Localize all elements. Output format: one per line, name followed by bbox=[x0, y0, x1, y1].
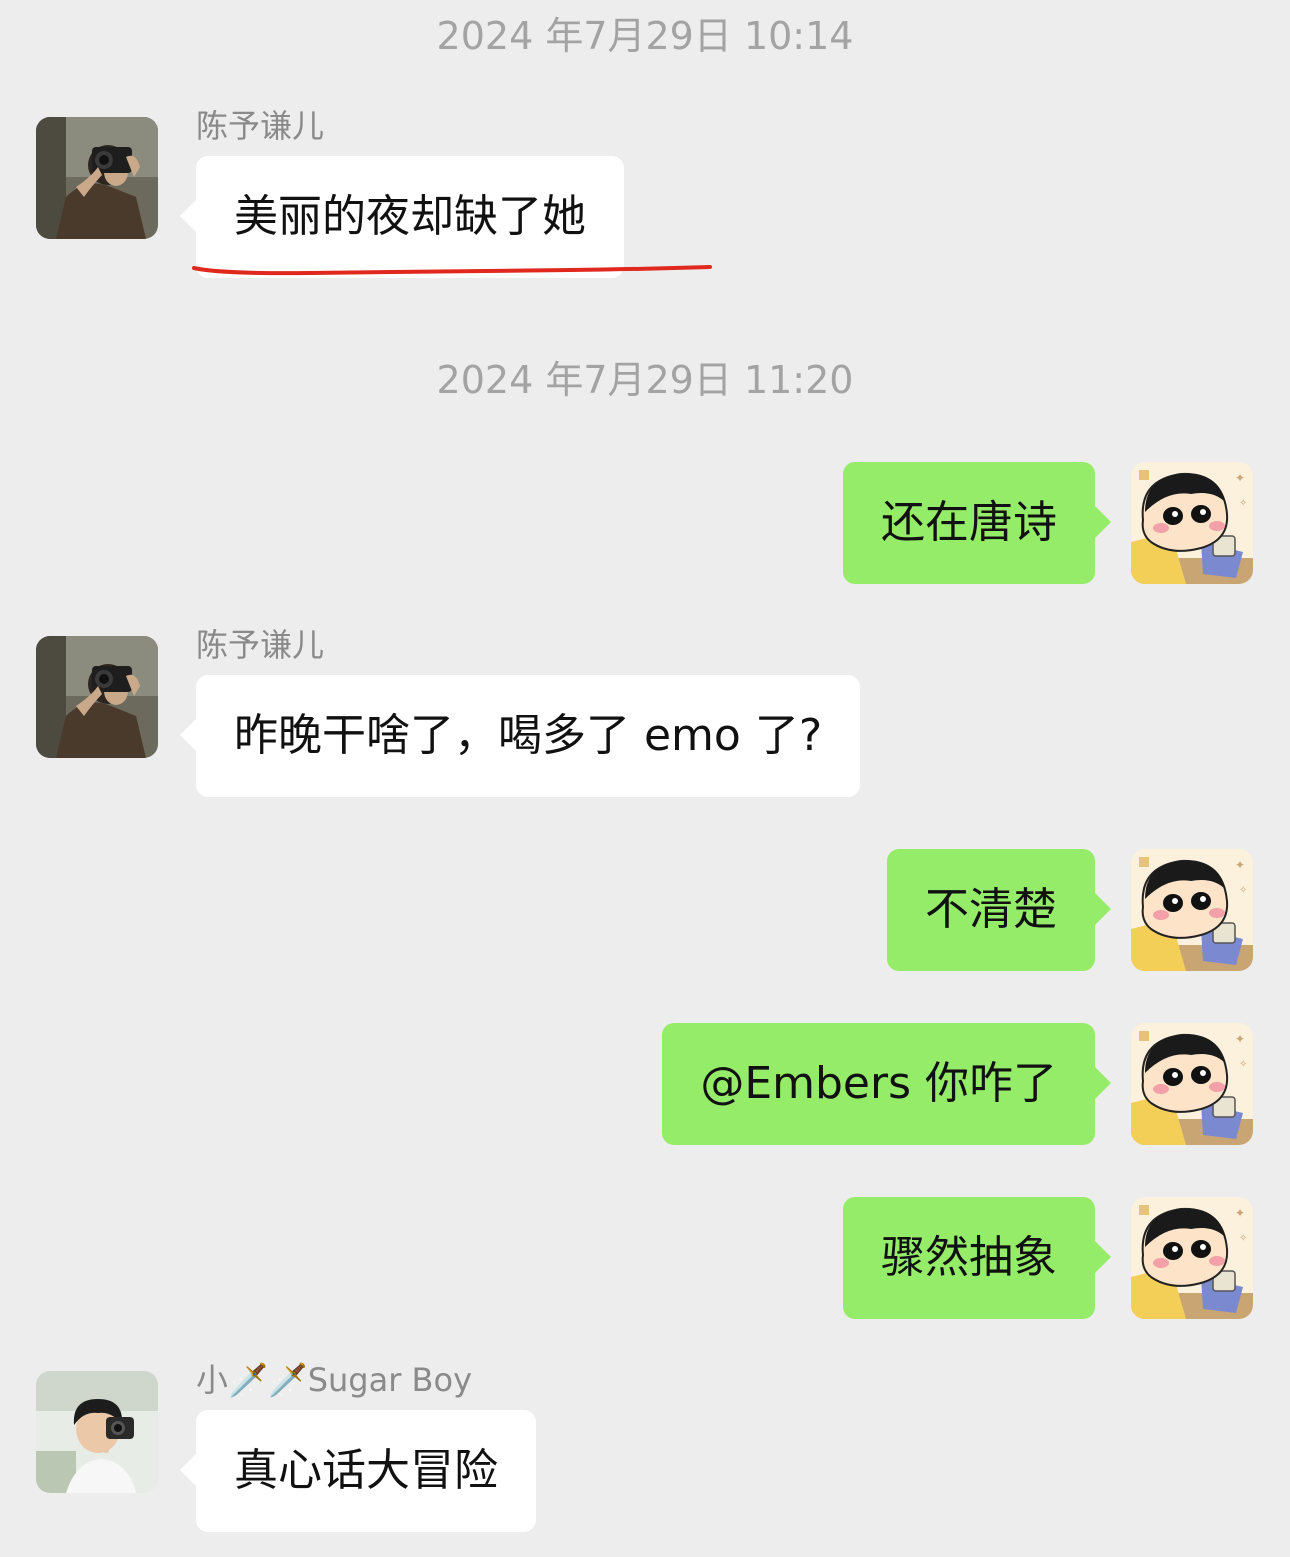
photographer-avatar-icon bbox=[36, 636, 158, 758]
outgoing-message-bubble[interactable]: 骤然抽象 bbox=[843, 1197, 1111, 1319]
my-avatar[interactable] bbox=[1131, 1023, 1253, 1145]
crayon-shinchan-avatar-icon bbox=[1131, 1197, 1253, 1319]
boy-camera-avatar-icon bbox=[36, 1371, 158, 1493]
my-avatar[interactable] bbox=[1131, 1197, 1253, 1319]
photographer-avatar-icon bbox=[36, 117, 158, 239]
crayon-shinchan-avatar-icon bbox=[1131, 462, 1253, 584]
crayon-shinchan-avatar-icon bbox=[1131, 849, 1253, 971]
sender-avatar[interactable] bbox=[36, 636, 158, 758]
outgoing-message-bubble[interactable]: 不清楚 bbox=[887, 849, 1111, 971]
my-avatar[interactable] bbox=[1131, 849, 1253, 971]
red-underline-annotation bbox=[192, 265, 712, 276]
sender-avatar[interactable] bbox=[36, 117, 158, 239]
timestamp: 2024 年7月29日 11:20 bbox=[436, 358, 854, 402]
crayon-shinchan-avatar-icon bbox=[1131, 1023, 1253, 1145]
timestamp: 2024 年7月29日 10:14 bbox=[436, 14, 854, 58]
my-avatar[interactable] bbox=[1131, 462, 1253, 584]
incoming-message-bubble[interactable]: 真心话大冒险 bbox=[180, 1410, 536, 1532]
incoming-message-bubble[interactable]: 昨晚干啥了，喝多了 emo 了? bbox=[179, 675, 861, 797]
outgoing-message-bubble[interactable]: 还在唐诗 bbox=[843, 462, 1111, 584]
sender-avatar[interactable] bbox=[36, 1371, 158, 1493]
sender-name: 陈予谦儿 bbox=[196, 107, 325, 145]
outgoing-message-bubble[interactable]: @Embers 你咋了 bbox=[662, 1023, 1111, 1145]
sender-name: 小🗡️🗡️Sugar Boy bbox=[196, 1361, 473, 1399]
sender-name: 陈予谦儿 bbox=[196, 626, 325, 664]
